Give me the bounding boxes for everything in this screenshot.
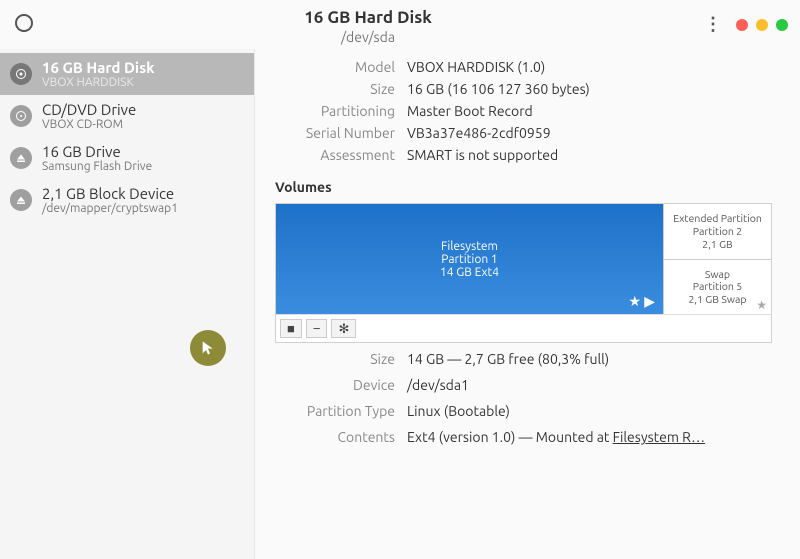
value-device: /dev/sda1 bbox=[407, 377, 772, 393]
sidebar-item-sub: /dev/mapper/cryptswap1 bbox=[42, 202, 178, 215]
remove-button[interactable]: − bbox=[306, 319, 328, 338]
vol-line: Filesystem bbox=[440, 240, 499, 253]
sidebar-item-hard-disk[interactable]: 16 GB Hard Disk VBOX HARDDISK bbox=[0, 53, 254, 95]
vol-line: 14 GB Ext4 bbox=[440, 266, 499, 279]
vol-line: Swap bbox=[688, 268, 746, 281]
volumes-toolbar: ■ − ✻ bbox=[276, 314, 771, 342]
partition-properties: Size 14 GB — 2,7 GB free (80,3% full) De… bbox=[275, 351, 772, 445]
label-partitioning: Partitioning bbox=[275, 103, 395, 119]
label-contents: Contents bbox=[275, 429, 395, 445]
volume-swap[interactable]: Swap Partition 5 2,1 GB Swap ★ bbox=[663, 259, 771, 315]
minimize-button[interactable] bbox=[756, 19, 768, 31]
section-volumes: Volumes bbox=[275, 179, 772, 195]
value-partitioning: Master Boot Record bbox=[407, 103, 772, 119]
contents-text: Ext4 (version 1.0) — Mounted at bbox=[407, 429, 613, 445]
label-part-type: Partition Type bbox=[275, 403, 395, 419]
contents-link[interactable]: Filesystem R… bbox=[613, 429, 705, 445]
volume-filesystem[interactable]: Filesystem Partition 1 14 GB Ext4 ★ ▶ bbox=[276, 204, 663, 314]
sidebar-item-label: 16 GB Hard Disk bbox=[42, 59, 155, 76]
stop-button[interactable]: ■ bbox=[280, 319, 302, 338]
header-bar: 16 GB Hard Disk /dev/sda ⋮ bbox=[0, 0, 800, 49]
disk-properties: Model VBOX HARDDISK (1.0) Size 16 GB (16… bbox=[275, 59, 772, 163]
value-serial: VB3a37e486-2cdf0959 bbox=[407, 125, 772, 141]
label-size: Size bbox=[275, 81, 395, 97]
label-model: Model bbox=[275, 59, 395, 75]
sidebar-item-sub: Samsung Flash Drive bbox=[42, 160, 152, 173]
volume-extended[interactable]: Extended Partition Partition 2 2,1 GB bbox=[663, 204, 771, 259]
vol-line: 2,1 GB bbox=[673, 238, 762, 251]
vol-line: Partition 5 bbox=[688, 280, 746, 293]
vol-line: Extended Partition bbox=[673, 212, 762, 225]
value-contents: Ext4 (version 1.0) — Mounted at Filesyst… bbox=[407, 429, 772, 445]
eject-icon bbox=[10, 147, 32, 169]
value-part-type: Linux (Bootable) bbox=[407, 403, 772, 419]
sidebar-item-block-device[interactable]: 2,1 GB Block Device /dev/mapper/cryptswa… bbox=[0, 179, 254, 221]
disc-icon bbox=[10, 105, 32, 127]
vol-line: Partition 1 bbox=[440, 253, 499, 266]
label-part-size: Size bbox=[275, 351, 395, 367]
sidebar-item-label: 16 GB Drive bbox=[42, 143, 152, 160]
disk-icon bbox=[10, 63, 32, 85]
label-serial: Serial Number bbox=[275, 125, 395, 141]
eject-icon bbox=[10, 189, 32, 211]
window-controls bbox=[736, 19, 788, 31]
star-icon[interactable]: ★ bbox=[628, 293, 641, 309]
play-icon[interactable]: ▶ bbox=[644, 293, 655, 309]
sidebar-item-sub: VBOX CD-ROM bbox=[42, 118, 136, 131]
sidebar-item-label: 2,1 GB Block Device bbox=[42, 185, 178, 202]
star-icon[interactable]: ★ bbox=[756, 298, 767, 312]
sidebar-item-usb-drive[interactable]: 16 GB Drive Samsung Flash Drive bbox=[0, 137, 254, 179]
sidebar: 16 GB Hard Disk VBOX HARDDISK CD/DVD Dri… bbox=[0, 49, 255, 559]
gear-button[interactable]: ✻ bbox=[331, 319, 356, 338]
menu-kebab-icon[interactable]: ⋮ bbox=[700, 12, 726, 37]
sidebar-item-sub: VBOX HARDDISK bbox=[42, 76, 155, 89]
sidebar-item-label: CD/DVD Drive bbox=[42, 101, 136, 118]
main-panel: Model VBOX HARDDISK (1.0) Size 16 GB (16… bbox=[255, 49, 800, 559]
vol-line: Partition 2 bbox=[673, 225, 762, 238]
app-icon bbox=[15, 14, 33, 32]
value-size: 16 GB (16 106 127 360 bytes) bbox=[407, 81, 772, 97]
value-part-size: 14 GB — 2,7 GB free (80,3% full) bbox=[407, 351, 772, 367]
vol-line: 2,1 GB Swap bbox=[688, 293, 746, 306]
value-assessment: SMART is not supported bbox=[407, 147, 772, 163]
label-device: Device bbox=[275, 377, 395, 393]
value-model: VBOX HARDDISK (1.0) bbox=[407, 59, 772, 75]
sidebar-item-cddvd[interactable]: CD/DVD Drive VBOX CD-ROM bbox=[0, 95, 254, 137]
page-title: 16 GB Hard Disk bbox=[36, 8, 700, 27]
volumes-graph: Filesystem Partition 1 14 GB Ext4 ★ ▶ E bbox=[275, 203, 772, 343]
close-button[interactable] bbox=[736, 19, 748, 31]
page-subtitle: /dev/sda bbox=[36, 29, 700, 45]
maximize-button[interactable] bbox=[776, 19, 788, 31]
label-assessment: Assessment bbox=[275, 147, 395, 163]
